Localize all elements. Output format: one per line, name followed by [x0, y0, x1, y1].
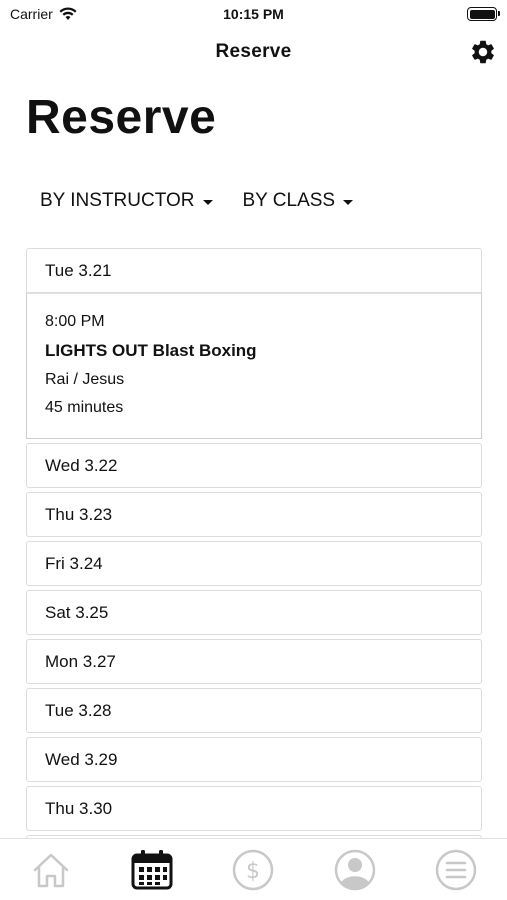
class-name: LIGHTS OUT Blast Boxing — [45, 341, 257, 360]
schedule-list[interactable]: Tue 3.21 8:00 PM LIGHTS OUT Blast Boxing… — [26, 248, 482, 838]
day-row[interactable]: Tue 3.28 — [26, 688, 482, 733]
tab-menu[interactable] — [431, 845, 481, 895]
class-duration: 45 minutes — [45, 399, 124, 416]
tab-calendar[interactable] — [127, 845, 177, 895]
day-label: Thu 3.30 — [45, 798, 113, 818]
tab-pricing[interactable]: $ — [228, 845, 278, 895]
day-label: Mon 3.27 — [45, 651, 116, 671]
tab-profile[interactable] — [330, 845, 380, 895]
day-label: Wed 3.22 — [45, 455, 118, 475]
gear-icon[interactable] — [469, 38, 497, 66]
nav-title: Reserve — [215, 41, 292, 62]
day-row[interactable]: Sat 3.25 — [26, 590, 482, 635]
day-row[interactable]: Fri 3.24 — [26, 541, 482, 586]
caret-down-icon — [202, 199, 213, 205]
class-card[interactable]: 8:00 PM LIGHTS OUT Blast Boxing Rai / Je… — [26, 293, 482, 439]
page-title: Reserve — [26, 91, 217, 144]
tab-home[interactable] — [26, 845, 76, 895]
day-row[interactable]: Mon 3.27 — [26, 639, 482, 684]
profile-icon — [334, 849, 376, 890]
filter-label: BY CLASS — [242, 190, 336, 211]
class-instructors: Rai / Jesus — [45, 371, 125, 388]
day-row[interactable]: Wed 3.22 — [26, 443, 482, 488]
navigation-bar: Reserve — [0, 32, 507, 72]
battery-icon — [467, 7, 500, 21]
day-label: Sat 3.25 — [45, 602, 109, 622]
day-row[interactable]: Thu 3.30 — [26, 786, 482, 831]
dollar-icon: $ — [233, 849, 274, 890]
filter-by-class-dropdown[interactable]: BY CLASS — [243, 190, 354, 212]
calendar-icon — [131, 849, 173, 889]
menu-icon — [436, 849, 477, 890]
filter-by-instructor-dropdown[interactable]: BY INSTRUCTOR — [40, 190, 213, 212]
day-row[interactable]: Tue 3.21 — [26, 248, 482, 293]
status-bar: Carrier 10:15 PM — [0, 0, 507, 30]
caret-down-icon — [343, 199, 354, 205]
filter-bar: BY INSTRUCTOR BY CLASS — [40, 190, 354, 212]
home-icon — [33, 853, 68, 887]
day-label: Wed 3.29 — [45, 749, 118, 769]
status-time: 10:15 PM — [223, 6, 284, 22]
tab-bar: $ — [0, 838, 507, 900]
day-label: Tue 3.21 — [45, 260, 112, 280]
day-row[interactable]: Wed 3.29 — [26, 737, 482, 782]
filter-label: BY INSTRUCTOR — [40, 190, 195, 211]
day-label: Tue 3.28 — [45, 700, 112, 720]
day-label: Fri 3.24 — [45, 553, 103, 573]
day-row[interactable]: Thu 3.23 — [26, 492, 482, 537]
svg-text:$: $ — [246, 859, 260, 884]
day-label: Thu 3.23 — [45, 504, 113, 524]
class-time: 8:00 PM — [45, 313, 105, 330]
